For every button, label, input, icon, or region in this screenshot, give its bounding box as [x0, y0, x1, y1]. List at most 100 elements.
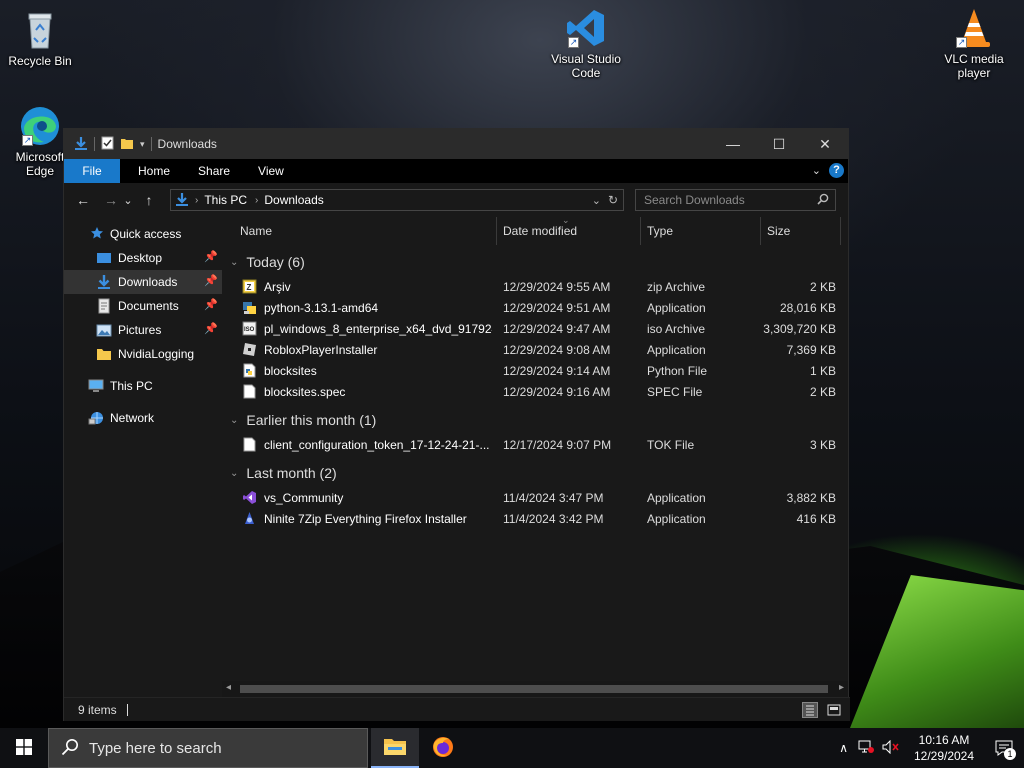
maximize-button[interactable]: ☐ — [756, 129, 802, 159]
properties-icon[interactable] — [101, 136, 114, 153]
visual-studio-icon — [242, 490, 257, 505]
table-row[interactable]: blocksites 12/29/2024 9:14 AM Python Fil… — [234, 361, 836, 382]
tab-home[interactable]: Home — [124, 159, 184, 183]
sidebar-item-label: Pictures — [118, 323, 162, 337]
table-row[interactable]: Z Arşiv 12/29/2024 9:55 AM zip Archive 2… — [234, 277, 836, 298]
details-view-button[interactable] — [802, 702, 818, 718]
sidebar-item-network[interactable]: Network — [64, 406, 222, 430]
edge-icon: ↗ — [18, 104, 62, 148]
notification-center-button[interactable]: 1 — [984, 728, 1024, 768]
desktop-icon-vscode[interactable]: ↗ Visual Studio Code — [546, 6, 626, 80]
table-row[interactable]: RobloxPlayerInstaller 12/29/2024 9:08 AM… — [234, 340, 836, 361]
pin-icon[interactable]: 📌 — [204, 322, 218, 335]
shortcut-arrow-icon: ↗ — [22, 135, 33, 146]
pin-icon[interactable]: 📌 — [204, 298, 218, 311]
table-row[interactable]: client_configuration_token_17-12-24-21-.… — [234, 435, 836, 456]
horizontal-scrollbar[interactable]: ◂ ▸ — [222, 681, 848, 697]
new-folder-icon[interactable] — [120, 136, 134, 153]
sidebar-item-pictures[interactable]: Pictures 📌 — [64, 318, 222, 342]
search-input[interactable] — [644, 193, 814, 207]
breadcrumb-separator-icon[interactable]: › — [255, 195, 258, 206]
file-size: 3,882 KB — [786, 491, 836, 505]
file-explorer-icon — [383, 735, 407, 760]
collapse-chevron-icon[interactable]: ⌄ — [230, 468, 238, 479]
group-header-today[interactable]: ⌄ Today (6) — [230, 252, 305, 272]
group-label: Last month (2) — [246, 465, 337, 481]
large-icons-view-button[interactable] — [826, 702, 842, 718]
address-dropdown-icon[interactable]: ⌄ — [592, 194, 601, 207]
search-icon[interactable] — [817, 193, 829, 208]
search-box[interactable] — [635, 189, 836, 211]
scrollbar-thumb[interactable] — [240, 685, 828, 693]
taskbar-file-explorer[interactable] — [371, 728, 419, 768]
recent-locations-button[interactable]: ⌄ — [122, 194, 134, 207]
volume-muted-icon[interactable] — [882, 739, 900, 757]
customize-toolbar-icon[interactable]: ▾ — [140, 139, 145, 150]
address-bar[interactable]: › This PC › Downloads ⌄ ↻ — [170, 189, 624, 211]
generic-file-icon — [242, 384, 257, 399]
file-date: 12/29/2024 9:08 AM — [503, 343, 611, 357]
sidebar-item-documents[interactable]: Documents 📌 — [64, 294, 222, 318]
expand-ribbon-chevron-icon[interactable]: ⌄ — [812, 164, 821, 177]
collapse-chevron-icon[interactable]: ⌄ — [230, 257, 238, 268]
table-row[interactable]: python-3.13.1-amd64 12/29/2024 9:51 AM A… — [234, 298, 836, 319]
tab-view[interactable]: View — [244, 159, 298, 183]
taskbar-search-input[interactable] — [89, 739, 349, 757]
start-button[interactable] — [0, 728, 48, 768]
refresh-icon[interactable]: ↻ — [608, 193, 618, 207]
help-button[interactable]: ? — [829, 163, 844, 178]
navigation-bar: ← → ⌄ ↑ › This PC › Downloads ⌄ ↻ — [64, 183, 848, 217]
desktop-icon-label: Visual Studio Code — [551, 52, 621, 80]
breadcrumb-separator-icon[interactable]: › — [195, 195, 198, 206]
tab-file[interactable]: File — [64, 159, 120, 183]
table-row[interactable]: Ninite 7Zip Everything Firefox Installer… — [234, 509, 836, 530]
documents-folder-icon — [96, 298, 112, 314]
pin-icon[interactable]: 📌 — [204, 274, 218, 287]
tab-share[interactable]: Share — [184, 159, 244, 183]
desktop-icon-vlc[interactable]: ↗ VLC media player — [934, 6, 1014, 80]
sidebar-item-this-pc[interactable]: This PC — [64, 374, 222, 398]
taskbar-firefox[interactable] — [419, 728, 467, 768]
back-button[interactable]: ← — [72, 192, 94, 208]
collapse-chevron-icon[interactable]: ⌄ — [230, 415, 238, 426]
sidebar-item-quick-access[interactable]: Quick access — [64, 222, 222, 246]
navigation-pane: Quick access Desktop 📌 Downloads 📌 Docum… — [64, 217, 222, 681]
ninite-icon — [242, 511, 257, 526]
group-header-last-month[interactable]: ⌄ Last month (2) — [230, 463, 337, 483]
sidebar-item-desktop[interactable]: Desktop 📌 — [64, 246, 222, 270]
roblox-icon — [242, 342, 257, 357]
sidebar-item-label: Quick access — [110, 227, 182, 241]
clock[interactable]: 10:16 AM 12/29/2024 — [904, 732, 984, 764]
pin-icon[interactable]: 📌 — [204, 250, 218, 263]
close-button[interactable]: ✕ — [802, 129, 848, 159]
sidebar-item-label: Downloads — [118, 275, 178, 289]
forward-button[interactable]: → — [100, 192, 122, 208]
group-header-earlier-this-month[interactable]: ⌄ Earlier this month (1) — [230, 410, 376, 430]
column-header-size[interactable]: Size — [761, 217, 841, 245]
sidebar-item-nvidialogging[interactable]: NvidiaLogging — [64, 342, 222, 366]
taskbar-search-box[interactable] — [48, 728, 368, 768]
file-type: TOK File — [647, 438, 695, 452]
minimize-button[interactable]: — — [710, 129, 756, 159]
scroll-right-arrow-icon[interactable]: ▸ — [839, 682, 844, 693]
sidebar-item-downloads[interactable]: Downloads 📌 — [64, 270, 222, 294]
column-header-type[interactable]: Type — [641, 217, 761, 245]
show-hidden-icons-chevron-icon[interactable]: ∧ — [839, 741, 848, 755]
breadcrumb-this-pc[interactable]: This PC — [204, 193, 247, 207]
scroll-left-arrow-icon[interactable]: ◂ — [226, 682, 231, 693]
up-button[interactable]: ↑ — [138, 192, 160, 208]
search-icon — [61, 738, 79, 759]
file-type: Application — [647, 512, 706, 526]
file-name: client_configuration_token_17-12-24-21-.… — [264, 438, 490, 452]
shortcut-arrow-icon: ↗ — [956, 37, 967, 48]
desktop-icon-recycle-bin[interactable]: Recycle Bin — [0, 8, 80, 68]
breadcrumb-downloads[interactable]: Downloads — [264, 193, 323, 207]
title-bar[interactable]: ▾ Downloads — ☐ ✕ — [64, 129, 848, 159]
table-row[interactable]: vs_Community 11/4/2024 3:47 PM Applicati… — [234, 488, 836, 509]
desktop-icon-label: VLC media player — [944, 52, 1004, 80]
file-date: 12/17/2024 9:07 PM — [503, 438, 612, 452]
network-disconnected-icon[interactable] — [858, 740, 874, 757]
table-row[interactable]: ISO pl_windows_8_enterprise_x64_dvd_9179… — [234, 319, 836, 340]
column-header-name[interactable]: Name — [234, 217, 497, 245]
table-row[interactable]: blocksites.spec 12/29/2024 9:16 AM SPEC … — [234, 382, 836, 403]
